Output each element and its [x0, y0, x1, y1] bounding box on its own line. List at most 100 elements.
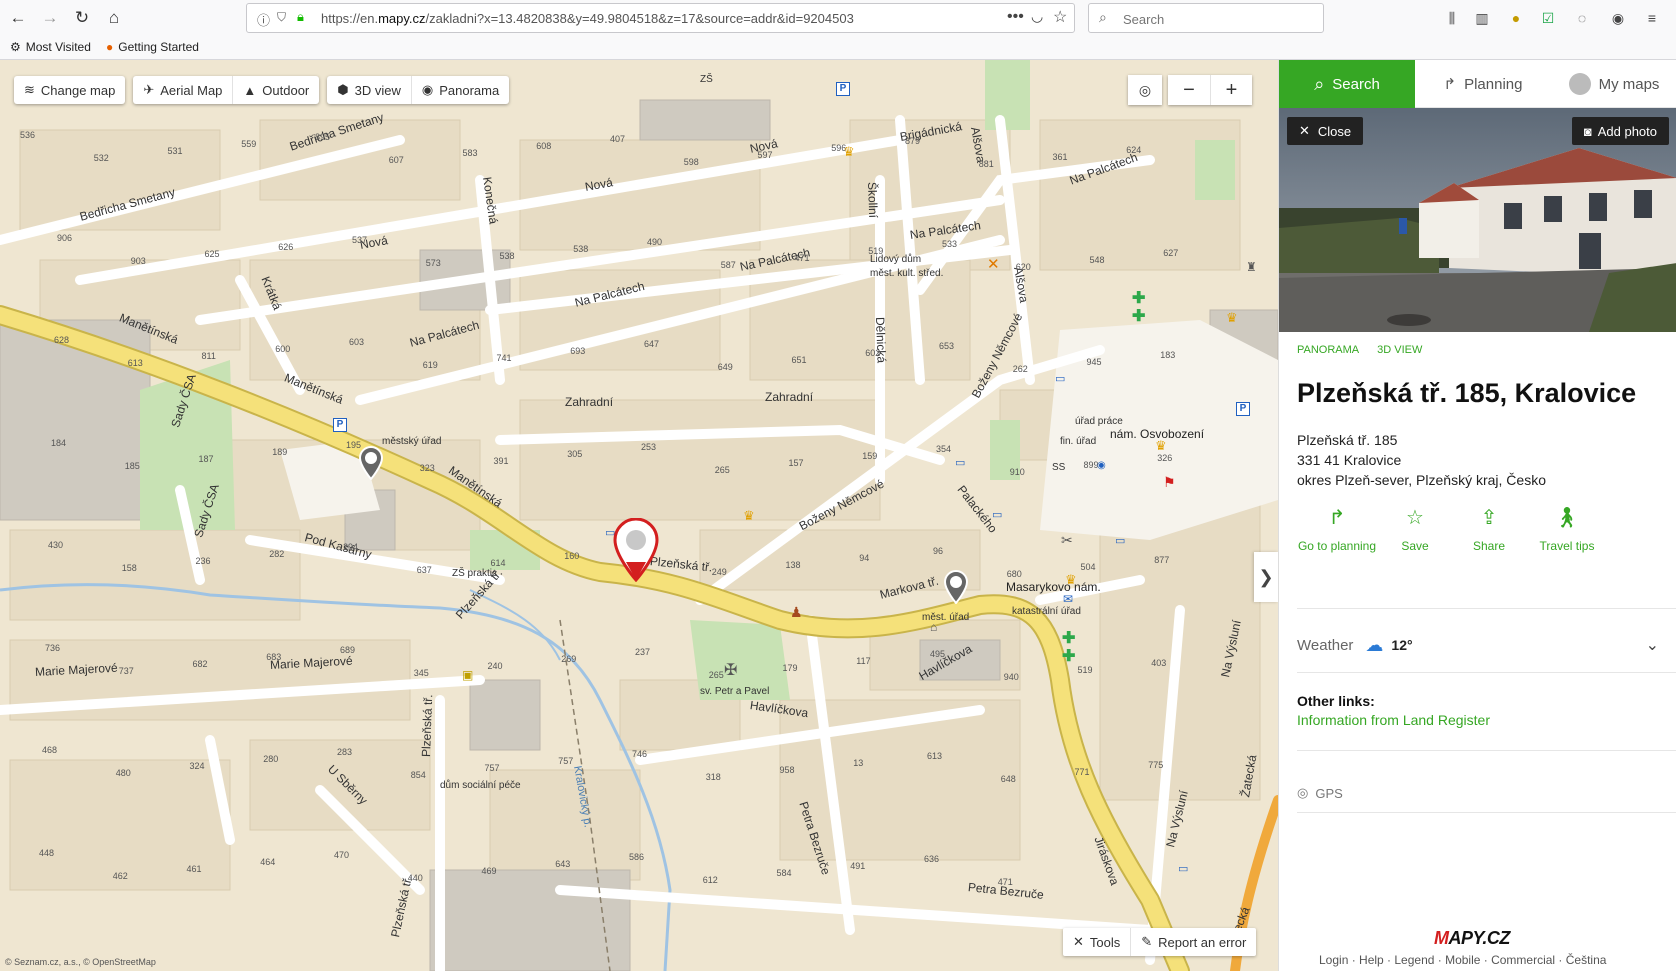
bus-stop-icon[interactable]: ▭: [1115, 534, 1125, 547]
post-office-icon[interactable]: ♛: [1226, 310, 1238, 326]
account-icon[interactable]: ◉: [1608, 8, 1628, 28]
house-number: 607: [388, 155, 404, 165]
collapse-panel-button[interactable]: ❯: [1254, 552, 1278, 602]
back-icon[interactable]: ←: [4, 4, 32, 32]
mail-icon[interactable]: ✉: [1063, 592, 1073, 606]
library-icon[interactable]: ⫼: [1442, 8, 1462, 28]
change-map-button[interactable]: ≋ Change map: [14, 76, 125, 104]
save-button[interactable]: ☆ Save: [1375, 508, 1455, 554]
zoom-in-button[interactable]: +: [1210, 75, 1252, 105]
url-text[interactable]: https://en.mapy.cz/zakladni?x=13.4820838…: [321, 11, 854, 26]
parking-icon[interactable]: P: [836, 82, 850, 96]
weather-row[interactable]: Weather ☁ 12° ⌄: [1297, 628, 1659, 662]
sidebar-icon[interactable]: ▥: [1472, 8, 1492, 28]
church-icon[interactable]: ✠: [724, 660, 737, 680]
browser-search-input[interactable]: [1123, 9, 1313, 29]
house-number: 680: [1006, 569, 1022, 579]
go-to-planning-button[interactable]: ↱ Go to planning: [1297, 508, 1377, 554]
info-icon[interactable]: ⓘ: [257, 10, 270, 29]
reload-icon[interactable]: ↻: [68, 4, 96, 32]
flag-icon[interactable]: ⚑: [1163, 474, 1176, 491]
gps-row[interactable]: ◎ GPS: [1297, 785, 1343, 801]
mapy-cz-logo[interactable]: MAPY.CZ: [1434, 928, 1510, 949]
sync-icon[interactable]: ◌: [1572, 8, 1592, 28]
more-icon[interactable]: •••: [1007, 8, 1024, 26]
land-register-link[interactable]: Information from Land Register: [1297, 712, 1490, 728]
townhall-marker[interactable]: [943, 570, 969, 604]
outdoor-map-button[interactable]: ▲ Outdoor: [232, 76, 319, 104]
report-error-button[interactable]: ✎ Report an error: [1130, 928, 1256, 956]
parking-icon[interactable]: P: [333, 418, 347, 432]
map-canvas[interactable]: Bedřicha Smetany Bedřicha Smetany Nová N…: [0, 60, 1278, 971]
shield-icon[interactable]: ⛉: [277, 10, 286, 25]
pharmacy-icon[interactable]: ✚: [1132, 306, 1145, 326]
house-number: 265: [708, 669, 724, 680]
close-panorama-button[interactable]: ✕ Close: [1287, 117, 1364, 145]
place-label: měst. kult. střed.: [870, 268, 944, 279]
tab-planning[interactable]: ↱ Planning: [1415, 60, 1551, 108]
house-number: 538: [573, 243, 589, 254]
bookmark-star-icon[interactable]: ☆: [1053, 7, 1067, 27]
extension-icon[interactable]: ●: [1506, 8, 1526, 28]
house-number: 746: [632, 749, 648, 759]
tools-button[interactable]: ✕ Tools: [1063, 928, 1130, 956]
post-office-icon[interactable]: ♛: [1065, 572, 1077, 588]
3d-view-link[interactable]: 3D VIEW: [1377, 344, 1422, 356]
panorama-button[interactable]: ◉ Panorama: [410, 76, 509, 104]
add-photo-button[interactable]: ◙ Add photo: [1571, 117, 1669, 145]
chevron-right-icon: ❯: [1258, 566, 1274, 587]
panorama-photo[interactable]: ✕ Close ◙ Add photo: [1279, 108, 1676, 332]
map-attribution[interactable]: © Seznam.cz, a.s., © OpenStreetMap: [5, 957, 156, 967]
tab-search[interactable]: ⌕ Search: [1279, 60, 1415, 108]
pocket-icon[interactable]: ◡: [1031, 8, 1043, 25]
menu-icon[interactable]: ≡: [1642, 8, 1662, 28]
tools-poi-icon[interactable]: ✕: [987, 255, 1000, 273]
bus-stop-icon[interactable]: ▭: [992, 508, 1002, 521]
firefox-icon: ●: [106, 40, 114, 54]
close-label: Close: [1317, 123, 1352, 139]
townhall-icon[interactable]: ⌂: [930, 620, 937, 634]
home-icon[interactable]: ⌂: [100, 4, 128, 32]
browser-search-bar[interactable]: ⌕: [1088, 3, 1324, 33]
checkmark-extension-icon[interactable]: ☑: [1538, 8, 1558, 28]
selected-location-pin[interactable]: [612, 518, 660, 582]
house-number: 283: [337, 747, 353, 757]
travel-tips-button[interactable]: 🚶︎ Travel tips: [1527, 508, 1607, 554]
house-number: 185: [124, 460, 140, 471]
url-bar[interactable]: ⓘ ⛉ 🔒︎ https://en.mapy.cz/zakladni?x=13.…: [246, 3, 1075, 33]
post-office-icon[interactable]: ♛: [1155, 438, 1167, 454]
shop-icon[interactable]: ▣: [462, 668, 473, 682]
crossed-tools-icon[interactable]: ✂: [1061, 532, 1073, 549]
info-point-icon[interactable]: ◉: [1097, 460, 1106, 471]
pharmacy-icon[interactable]: ✚: [1062, 628, 1075, 648]
locate-me-button[interactable]: ◎: [1128, 75, 1162, 105]
panorama-link[interactable]: PANORAMA: [1297, 344, 1359, 356]
tab-my-maps[interactable]: My maps: [1551, 60, 1676, 108]
monument-icon[interactable]: ♜: [1246, 260, 1257, 274]
chevron-down-icon[interactable]: ⌄: [1646, 635, 1659, 655]
townhall-marker[interactable]: [358, 446, 384, 480]
house-number: 519: [1077, 664, 1093, 675]
pharmacy-icon[interactable]: ✚: [1062, 646, 1075, 666]
panel-footer-links[interactable]: Login · Help · Legend · Mobile · Commerc…: [1319, 953, 1606, 967]
parking-icon[interactable]: P: [1236, 402, 1250, 416]
bus-stop-icon[interactable]: ▭: [1178, 862, 1188, 875]
divider: [1297, 812, 1676, 813]
bus-stop-icon[interactable]: ▭: [1055, 372, 1065, 385]
post-office-icon[interactable]: ♛: [743, 508, 755, 524]
share-button[interactable]: ⇪ Share: [1449, 508, 1529, 554]
bookmark-getting-started[interactable]: ● Getting Started: [106, 40, 199, 54]
aerial-map-button[interactable]: ✈ Aerial Map: [133, 76, 232, 104]
bus-stop-icon[interactable]: ▭: [955, 456, 965, 469]
pharmacy-icon[interactable]: ✚: [1132, 288, 1145, 308]
plane-icon: ✈: [143, 82, 155, 97]
house-number: 318: [705, 772, 721, 782]
house-number: 430: [48, 540, 64, 550]
monument-icon[interactable]: ♟: [790, 604, 803, 621]
forward-icon[interactable]: →: [36, 4, 64, 32]
zoom-out-button[interactable]: −: [1168, 75, 1210, 105]
bookmark-most-visited[interactable]: ⚙ Most Visited: [10, 40, 91, 54]
post-office-icon[interactable]: ♛: [843, 144, 855, 160]
lock-icon[interactable]: 🔒︎: [297, 9, 304, 25]
3d-view-button[interactable]: ⬢ 3D view: [327, 76, 411, 104]
